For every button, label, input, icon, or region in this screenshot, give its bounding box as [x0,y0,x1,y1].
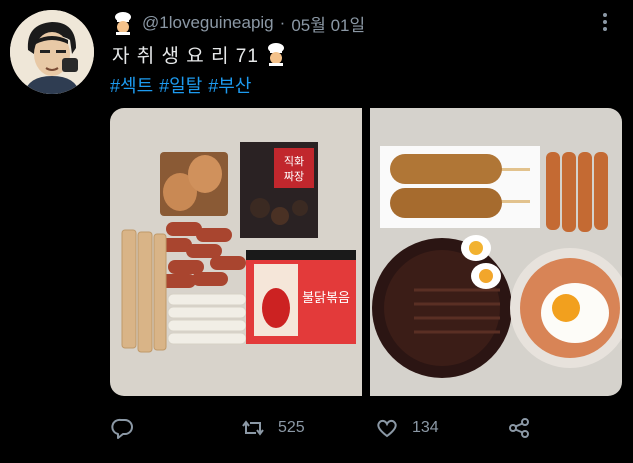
more-options-icon[interactable] [595,10,615,34]
reply-icon [111,418,133,439]
svg-text:불닭볶음: 불닭볶음 [302,291,350,306]
media-photo-ingredients[interactable]: 직화 짜장 불닭볶음 [110,108,362,396]
chef-emoji-icon [115,12,131,35]
chef-emoji-icon [267,43,284,66]
avatar[interactable] [10,10,94,94]
tweet-text: 자 취 생 요 리 71 [112,40,287,68]
like-button[interactable]: 134 [374,410,439,446]
ingredients-photo: 직화 짜장 불닭볶음 [110,108,362,396]
hashtag-link[interactable]: #섹트 [110,72,153,98]
retweet-count: 525 [278,419,305,436]
heart-icon [377,419,397,438]
share-button[interactable] [506,410,532,446]
hashtag-link[interactable]: #일탈 [159,72,202,98]
header-separator: · [279,13,286,32]
hashtag-link[interactable]: #부산 [208,72,251,98]
tweet-header: @1loveguineapig · 05월 01일 [112,10,365,36]
reply-button[interactable] [110,410,136,446]
cooked-photo [370,108,622,396]
hashtag-list: #섹트 #일탈 #부산 [110,72,251,98]
user-handle[interactable]: @1loveguineapig [142,13,274,33]
svg-text:짜장: 짜장 [284,170,304,183]
share-icon [509,418,529,438]
avatar-illustration [10,10,94,94]
tweet-actions: 525 134 [110,410,610,446]
retweet-button[interactable]: 525 [240,410,305,446]
tweet-body: 자 취 생 요 리 71 [112,45,259,67]
media-photo-cooked[interactable] [370,108,622,396]
tweet-media: 직화 짜장 불닭볶음 [110,108,622,396]
retweet-icon [242,420,264,436]
like-count: 134 [412,419,439,436]
tweet-date[interactable]: 05월 01일 [291,11,365,36]
svg-text:직화: 직화 [284,155,304,168]
